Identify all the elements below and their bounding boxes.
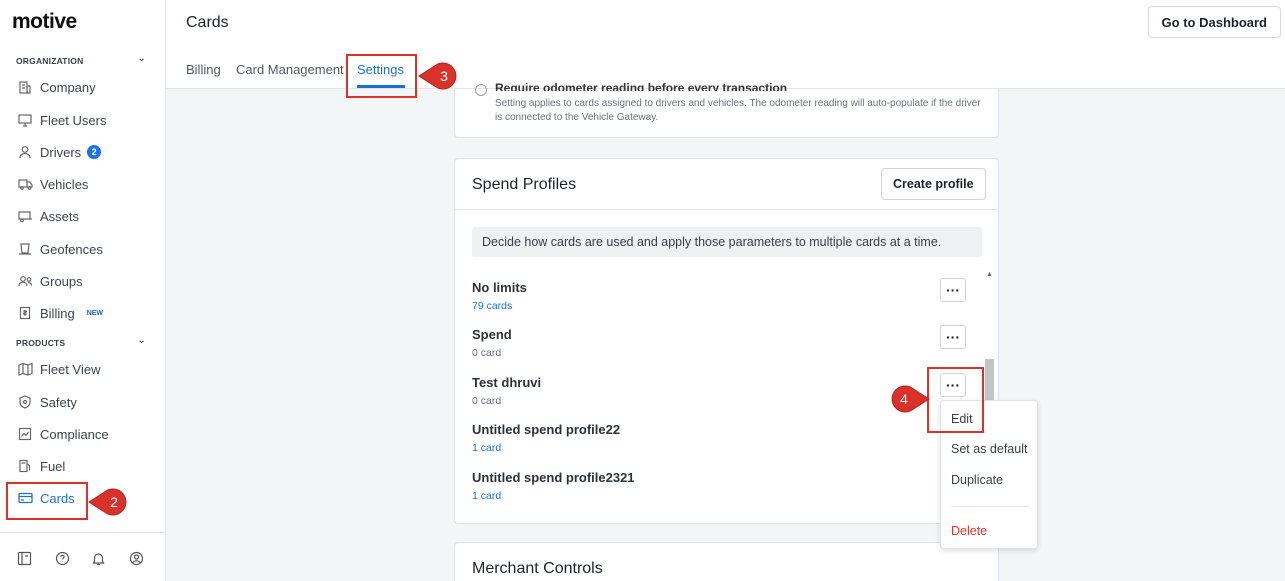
annotation-number: 2	[110, 494, 118, 510]
spend-profiles-title: Spend Profiles	[472, 176, 577, 193]
sidebar-item-label: Fleet Users	[40, 112, 107, 128]
list-item: Spend 0 card	[472, 327, 912, 359]
menu-divider	[951, 506, 1029, 507]
sidebar-item-assets[interactable]: Assets	[17, 205, 157, 227]
scrollbar-thumb[interactable]	[985, 359, 994, 404]
chevron-down-icon[interactable]: ⌄	[137, 53, 146, 64]
organization-section-header[interactable]: ORGANIZATION ⌄	[16, 53, 146, 66]
geofence-icon	[17, 241, 33, 257]
odometer-radio[interactable]	[475, 84, 487, 96]
go-to-dashboard-button[interactable]: Go to Dashboard	[1147, 6, 1281, 38]
sidebar-item-drivers[interactable]: Drivers 2	[17, 141, 157, 163]
products-section-header[interactable]: PRODUCTS ⌄	[16, 335, 146, 348]
sidebar-item-label: Safety	[40, 394, 77, 410]
trailer-icon	[17, 208, 33, 224]
sidebar-item-label: Fleet View	[40, 361, 101, 377]
list-item: No limits 79 cards	[472, 280, 912, 312]
sidebar-item-label: Vehicles	[40, 176, 89, 192]
sidebar-footer	[0, 532, 166, 581]
menu-item-delete[interactable]: Delete	[951, 524, 987, 538]
profile-name: Test dhruvi	[472, 375, 542, 390]
sidebar-item-label: Geofences	[40, 241, 103, 257]
sidebar-item-label: Fuel	[40, 458, 66, 474]
annotation-marker-4: 4	[886, 384, 930, 414]
profile-name: Untitled spend profile2321	[472, 470, 635, 485]
sidebar-item-fuel[interactable]: Fuel	[17, 455, 157, 477]
sidebar-item-safety[interactable]: Safety	[17, 391, 157, 413]
profile-card-count-link[interactable]: 1 card	[472, 490, 912, 502]
sidebar-item-fleet-users[interactable]: Fleet Users	[17, 109, 157, 131]
profile-name: Spend	[472, 327, 512, 342]
sidebar-item-geofences[interactable]: Geofences	[17, 238, 157, 260]
menu-item-duplicate[interactable]: Duplicate	[951, 473, 1003, 487]
tab-card-management[interactable]: Card Management	[236, 62, 344, 77]
merchant-controls-title: Merchant Controls	[472, 560, 603, 577]
annotation-number: 4	[900, 391, 908, 407]
spend-profiles-card: Spend Profiles Create profile Decide how…	[454, 158, 999, 524]
annotation-marker-2: 2	[88, 487, 132, 517]
list-item: Test dhruvi 0 card	[472, 375, 912, 407]
tab-billing[interactable]: Billing	[186, 62, 221, 77]
building-icon	[17, 79, 33, 95]
sidebar-item-vehicles[interactable]: Vehicles	[17, 173, 157, 195]
truck-icon	[17, 176, 33, 192]
more-options-button[interactable]: ···	[940, 325, 966, 349]
sidebar-item-compliance[interactable]: Compliance	[17, 423, 157, 445]
annotation-marker-3: 3	[418, 61, 462, 91]
new-badge: NEW	[86, 309, 104, 317]
products-label: PRODUCTS	[16, 338, 66, 348]
sidebar-item-fleet-view[interactable]: Fleet View	[17, 358, 157, 380]
bell-icon[interactable]	[91, 551, 107, 567]
odometer-setting-card: Require odometer reading before every tr…	[454, 81, 999, 138]
annotation-highlight-cards	[6, 482, 88, 520]
chevron-down-icon[interactable]: ⌄	[137, 335, 146, 346]
billing-icon	[17, 305, 33, 321]
odometer-setting-description: Setting applies to cards assigned to dri…	[495, 98, 981, 123]
odometer-setting-title: Require odometer reading before every tr…	[495, 81, 788, 91]
page-header: Cards Go to Dashboard Billing Card Manag…	[166, 0, 1285, 89]
page-title: Cards	[186, 14, 229, 31]
scroll-up-icon[interactable]: ▲	[986, 271, 993, 278]
profile-card-count-link[interactable]: 79 cards	[472, 300, 912, 312]
person-icon	[17, 144, 33, 160]
spend-profiles-info: Decide how cards are used and apply thos…	[472, 227, 982, 257]
map-icon	[17, 361, 33, 377]
monitor-icon	[17, 112, 33, 128]
shield-icon	[17, 394, 33, 410]
profile-card-count: 0 card	[472, 395, 502, 407]
profile-name: No limits	[472, 280, 527, 295]
sidebar-item-label: Billing	[40, 305, 75, 321]
drivers-count-badge: 2	[87, 145, 102, 159]
annotation-number: 3	[440, 68, 448, 84]
compliance-icon	[17, 426, 33, 442]
fuel-icon	[17, 458, 33, 474]
profile-name: Untitled spend profile22	[472, 422, 621, 437]
list-item: Untitled spend profile2321 1 card	[472, 470, 912, 502]
sidebar-item-billing[interactable]: Billing NEW	[17, 302, 157, 324]
annotation-highlight-edit	[927, 367, 984, 433]
profile-card-count-link[interactable]: 1 card	[472, 442, 912, 454]
profile-card-count: 0 card	[472, 347, 502, 359]
account-icon[interactable]	[129, 551, 145, 567]
groups-icon	[17, 273, 33, 289]
divider	[455, 209, 998, 210]
book-icon[interactable]	[17, 551, 33, 567]
sidebar-item-groups[interactable]: Groups	[17, 270, 157, 292]
motive-logo[interactable]: motive	[12, 10, 77, 34]
organization-label: ORGANIZATION	[16, 56, 84, 66]
more-options-button[interactable]: ···	[940, 278, 966, 302]
sidebar-item-label: Company	[40, 79, 96, 95]
sidebar-item-label: Assets	[40, 208, 80, 224]
merchant-controls-card: Merchant Controls	[454, 542, 999, 581]
create-profile-button[interactable]: Create profile	[881, 168, 986, 200]
sidebar-item-label: Compliance	[40, 426, 109, 442]
help-icon[interactable]	[55, 551, 71, 567]
sidebar-item-label: Drivers	[40, 144, 82, 160]
sidebar-item-company[interactable]: Company	[17, 76, 157, 98]
sidebar-item-label: Groups	[40, 273, 83, 289]
annotation-highlight-settings	[346, 54, 417, 98]
list-item: Untitled spend profile22 1 card	[472, 422, 912, 454]
menu-item-set-as-default[interactable]: Set as default	[951, 442, 1027, 456]
